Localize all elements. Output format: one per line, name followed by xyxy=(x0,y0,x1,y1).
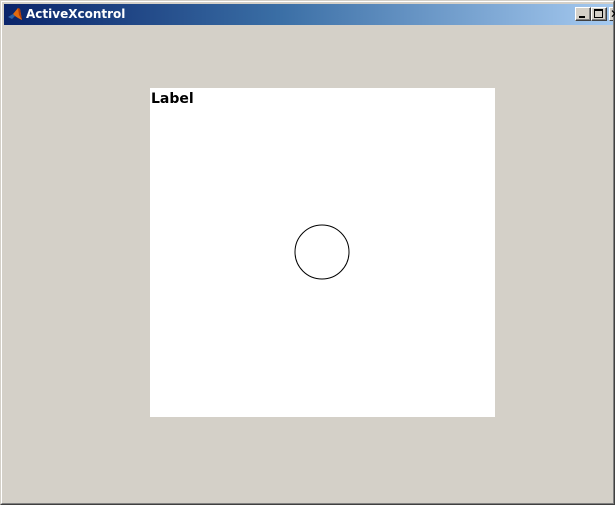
minimize-icon xyxy=(579,16,585,18)
matlab-logo-icon xyxy=(8,8,22,20)
close-button[interactable]: ✕ xyxy=(609,7,615,21)
maximize-button[interactable] xyxy=(591,7,607,21)
maximize-icon xyxy=(594,9,603,18)
activex-window: ActiveXcontrol ✕ Label xyxy=(0,0,615,505)
minimize-button[interactable] xyxy=(575,7,591,21)
activex-control[interactable]: Label xyxy=(150,88,495,417)
close-icon: ✕ xyxy=(610,7,615,21)
circle-shape xyxy=(294,224,350,280)
title-bar[interactable]: ActiveXcontrol ✕ xyxy=(4,4,615,25)
control-canvas xyxy=(294,224,350,280)
window-title: ActiveXcontrol xyxy=(26,7,126,21)
